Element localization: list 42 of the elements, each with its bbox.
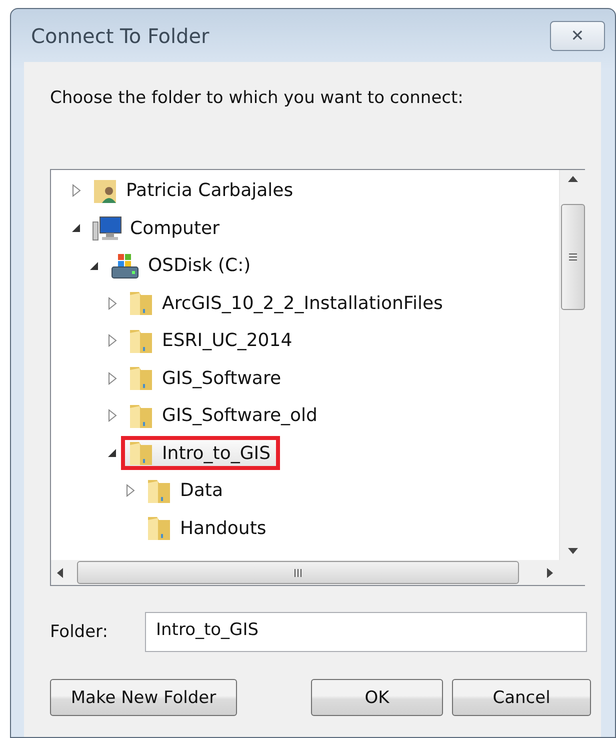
tree-item[interactable]: ArcGIS_10_2_2_InstallationFiles	[121, 286, 452, 320]
expanded-arrow-icon[interactable]	[107, 448, 117, 458]
collapsed-arrow-icon[interactable]	[108, 334, 116, 348]
collapsed-arrow-icon[interactable]	[108, 372, 116, 385]
tree-item[interactable]: Handouts	[139, 511, 276, 546]
tree-item[interactable]: OSDisk (C:)	[103, 248, 260, 283]
close-button[interactable]: ✕	[550, 20, 605, 50]
scroll-left-icon[interactable]	[57, 568, 63, 578]
horizontal-scrollbar[interactable]	[51, 560, 559, 585]
expanded-arrow-icon[interactable]	[89, 260, 99, 271]
dialog-button[interactable]: OK	[311, 679, 443, 716]
tree-item[interactable]: ESRI_UC_2014	[121, 324, 302, 358]
tree-item[interactable]: GIS_Software	[121, 361, 290, 396]
folder-icon	[128, 289, 154, 318]
grip-icon	[568, 253, 576, 261]
collapsed-arrow-icon[interactable]	[108, 296, 116, 310]
folder-icon	[128, 439, 154, 468]
drive-icon	[110, 252, 140, 280]
scroll-down-icon[interactable]	[568, 548, 578, 554]
folder-icon	[146, 514, 172, 542]
dialog-button[interactable]: Cancel	[452, 679, 591, 716]
folder-field[interactable]: Intro_to_GIS	[145, 612, 587, 652]
window-title: Connect To Folder	[31, 24, 210, 48]
tree-item[interactable]: GIS_Software_old	[121, 398, 326, 433]
folder-icon	[128, 364, 154, 392]
collapsed-arrow-icon[interactable]	[108, 409, 116, 422]
scroll-thumb[interactable]	[77, 561, 519, 584]
field-label: Folder:	[50, 622, 109, 642]
dialog-button[interactable]: Make New Folder	[50, 679, 237, 716]
tree-item[interactable]: Computer	[85, 211, 228, 246]
tree-item[interactable]: Intro_to_GIS	[121, 436, 280, 470]
collapsed-arrow-icon[interactable]	[72, 184, 80, 198]
scroll-thumb[interactable]	[560, 204, 584, 310]
scroll-right-icon[interactable]	[547, 568, 553, 578]
tree-item[interactable]: Data	[139, 474, 232, 508]
collapsed-arrow-icon[interactable]	[126, 484, 134, 498]
tree-item[interactable]: Patricia Carbajales	[85, 174, 302, 208]
expanded-arrow-icon[interactable]	[71, 223, 81, 234]
scroll-up-icon[interactable]	[568, 176, 578, 182]
computer-icon	[92, 214, 122, 242]
prompt-text: Choose the folder to which you want to connect:	[50, 88, 464, 108]
grip-icon	[294, 568, 302, 576]
